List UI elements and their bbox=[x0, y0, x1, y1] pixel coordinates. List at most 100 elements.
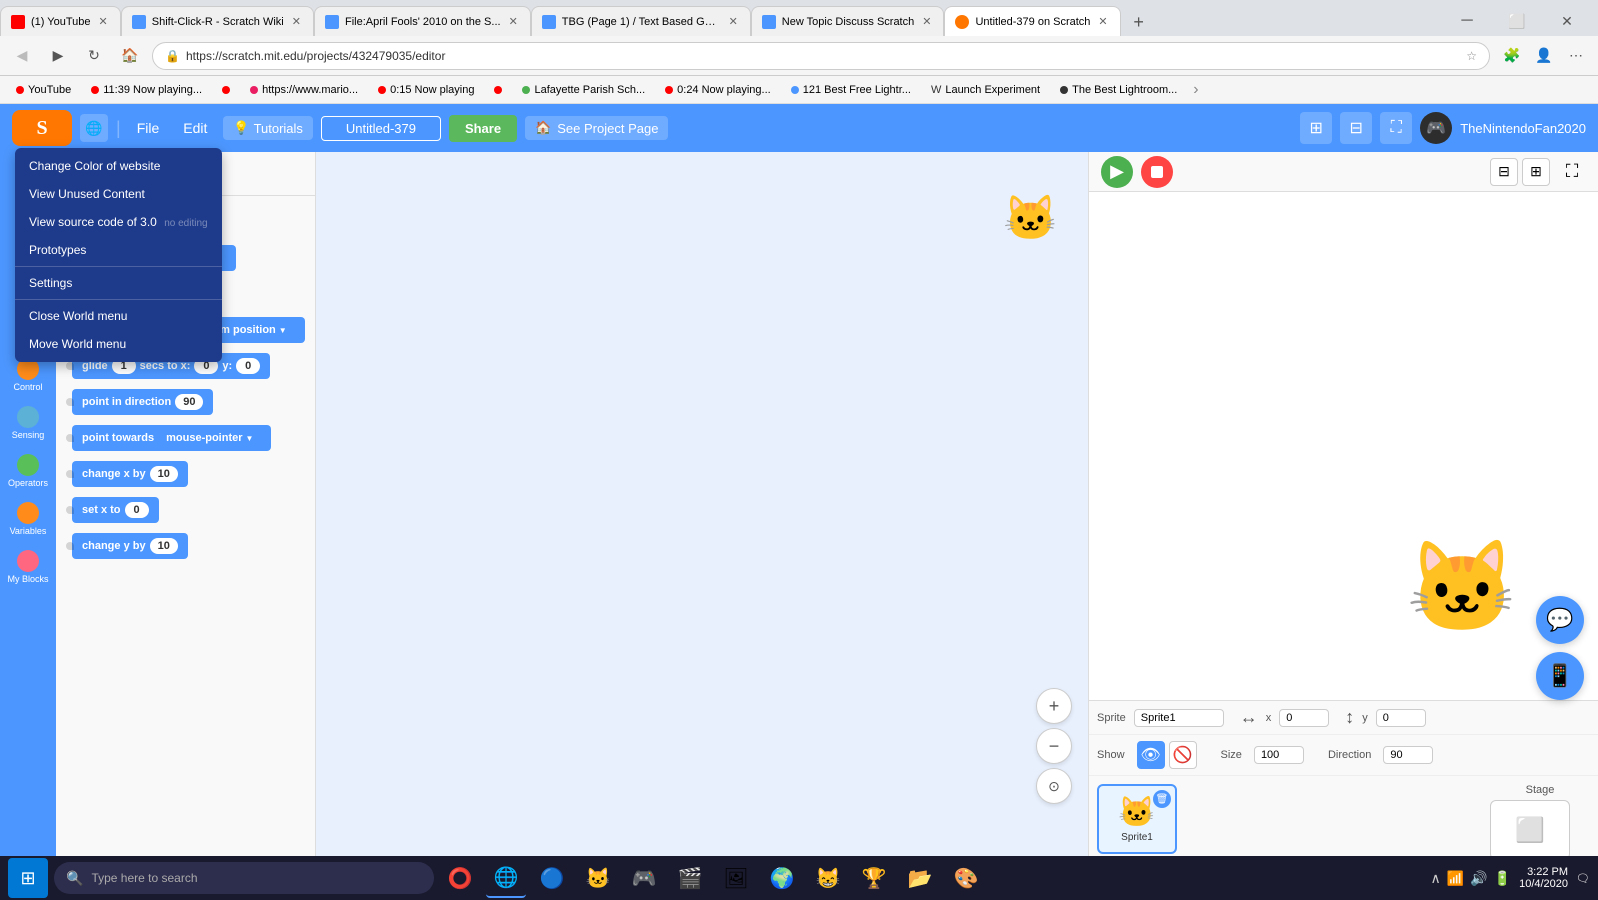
context-menu-item-change-color[interactable]: Change Color of website bbox=[15, 152, 222, 180]
large-stage-button[interactable]: ⊞ bbox=[1522, 158, 1550, 186]
taskbar-app-edge[interactable]: 🌐 bbox=[486, 858, 526, 898]
bookmarks-more[interactable]: › bbox=[1193, 81, 1198, 99]
block-changey[interactable]: change y by 10 bbox=[72, 533, 188, 559]
context-menu-item-move-world[interactable]: Move World menu bbox=[15, 330, 222, 358]
block-changey-value[interactable]: 10 bbox=[150, 538, 178, 554]
code-canvas[interactable]: 🐱 + − ⊙ bbox=[316, 152, 1088, 864]
sprite-delete-button[interactable]: 🗑 bbox=[1153, 790, 1171, 808]
user-avatar[interactable]: 🎮 bbox=[1420, 112, 1452, 144]
tab-close-tbg[interactable]: ✕ bbox=[727, 13, 740, 30]
sidebar-item-operators[interactable]: Operators bbox=[2, 448, 54, 494]
sprite-name-input[interactable] bbox=[1134, 709, 1224, 727]
taskbar-app-4[interactable]: 🖼 bbox=[716, 858, 756, 898]
taskbar-cortana[interactable]: ⭕ bbox=[440, 858, 480, 898]
zoom-reset-button[interactable]: ⊙ bbox=[1036, 768, 1072, 804]
refresh-button[interactable]: ↻ bbox=[80, 42, 108, 70]
extensions-button[interactable]: 🧩 bbox=[1498, 42, 1526, 70]
bookmark-playing3[interactable]: 0:24 Now playing... bbox=[657, 82, 779, 98]
x-value-input[interactable] bbox=[1279, 709, 1329, 727]
block-setx-value[interactable]: 0 bbox=[125, 502, 149, 518]
globe-button[interactable]: 🌐 bbox=[80, 114, 108, 142]
tutorials-button[interactable]: 💡 Tutorials bbox=[223, 116, 313, 140]
profile-button[interactable]: 👤 bbox=[1530, 42, 1558, 70]
context-menu-item-prototypes[interactable]: Prototypes bbox=[15, 236, 222, 264]
bookmark-lafayette[interactable]: Lafayette Parish Sch... bbox=[514, 82, 653, 98]
fullscreen-stage-button[interactable]: ⛶ bbox=[1558, 158, 1586, 186]
tab-tbg[interactable]: TBG (Page 1) / Text Based Gam... ✕ bbox=[531, 6, 751, 36]
hide-button[interactable]: 🚫 bbox=[1169, 741, 1197, 769]
taskbar-app-8[interactable]: 📂 bbox=[900, 858, 940, 898]
taskbar-app-2[interactable]: 🎮 bbox=[624, 858, 664, 898]
bookmark-playing2[interactable]: 0:15 Now playing bbox=[370, 82, 482, 98]
tab-close-wiki[interactable]: ✕ bbox=[290, 13, 303, 30]
maximize-button[interactable]: ⬜ bbox=[1494, 6, 1540, 36]
block-changex[interactable]: change x by 10 bbox=[72, 461, 188, 487]
layout-btn-1[interactable]: ⊞ bbox=[1300, 112, 1332, 144]
taskbar-time[interactable]: 3:22 PM 10/4/2020 bbox=[1519, 866, 1568, 890]
taskbar-expand-icon[interactable]: ∧ bbox=[1431, 870, 1441, 887]
home-button[interactable]: 🏠 bbox=[116, 42, 144, 70]
search-bar[interactable]: 🔍 Type here to search bbox=[54, 862, 434, 894]
bookmark-mario[interactable]: https://www.mario... bbox=[242, 82, 366, 98]
block-glide2-y[interactable]: 0 bbox=[236, 358, 260, 374]
block-changex-value[interactable]: 10 bbox=[150, 466, 178, 482]
stage-backdrop-thumb[interactable]: ⬜ bbox=[1490, 800, 1570, 860]
tab-close-scratch[interactable]: ✕ bbox=[1096, 13, 1109, 30]
y-value-input[interactable] bbox=[1376, 709, 1426, 727]
file-menu[interactable]: File bbox=[129, 116, 168, 140]
bookmark-red1[interactable] bbox=[214, 84, 238, 96]
tab-youtube[interactable]: (1) YouTube ✕ bbox=[0, 6, 121, 36]
taskbar-battery-icon[interactable]: 🔋 bbox=[1494, 870, 1511, 887]
settings-button[interactable]: ⋯ bbox=[1562, 42, 1590, 70]
sidebar-item-sensing[interactable]: Sensing bbox=[2, 400, 54, 446]
taskbar-app-6[interactable]: 😸 bbox=[808, 858, 848, 898]
block-pointtowards-dropdown[interactable]: mouse-pointer bbox=[158, 430, 261, 446]
tab-close-newtopic[interactable]: ✕ bbox=[920, 13, 933, 30]
bookmark-playing1[interactable]: 11:39 Now playing... bbox=[83, 82, 210, 98]
small-stage-button[interactable]: ⊟ bbox=[1490, 158, 1518, 186]
tab-close-april[interactable]: ✕ bbox=[507, 13, 520, 30]
bookmark-lightroom1[interactable]: 121 Best Free Lightr... bbox=[783, 82, 919, 98]
bookmark-youtube[interactable]: YouTube bbox=[8, 82, 79, 98]
context-menu-item-settings[interactable]: Settings bbox=[15, 269, 222, 297]
start-button[interactable]: ⊞ bbox=[8, 858, 48, 898]
context-menu-item-close-world[interactable]: Close World menu bbox=[15, 302, 222, 330]
add-fab-button[interactable]: 📱 bbox=[1536, 652, 1584, 700]
layout-btn-2[interactable]: ⊟ bbox=[1340, 112, 1372, 144]
edit-menu[interactable]: Edit bbox=[175, 116, 215, 140]
forward-button[interactable]: ▶ bbox=[44, 42, 72, 70]
back-button[interactable]: ◀ bbox=[8, 42, 36, 70]
direction-value-input[interactable] bbox=[1383, 746, 1433, 764]
star-icon[interactable]: ☆ bbox=[1466, 49, 1477, 63]
block-setx[interactable]: set x to 0 bbox=[72, 497, 159, 523]
bookmark-lightroom2[interactable]: The Best Lightroom... bbox=[1052, 82, 1185, 98]
taskbar-notification-icon[interactable]: 🗨 bbox=[1576, 872, 1590, 885]
sidebar-item-myblocks[interactable]: My Blocks bbox=[2, 544, 54, 590]
zoom-out-button[interactable]: − bbox=[1036, 728, 1072, 764]
context-menu-item-view-source[interactable]: View source code of 3.0 no editing bbox=[15, 208, 222, 236]
taskbar-app-1[interactable]: 🐱 bbox=[578, 858, 618, 898]
taskbar-app-7[interactable]: 🏆 bbox=[854, 858, 894, 898]
block-pointdir[interactable]: point in direction 90 bbox=[72, 389, 213, 415]
block-pointdir-value[interactable]: 90 bbox=[175, 394, 203, 410]
see-project-page-button[interactable]: 🏠 See Project Page bbox=[525, 116, 668, 140]
taskbar-app-3[interactable]: 🎬 bbox=[670, 858, 710, 898]
share-button[interactable]: Share bbox=[449, 115, 517, 142]
sprite-thumb-sprite1[interactable]: 🐱 🗑 Sprite1 bbox=[1097, 784, 1177, 854]
project-name-field[interactable]: Untitled-379 bbox=[321, 116, 441, 141]
context-menu-item-view-unused[interactable]: View Unused Content bbox=[15, 180, 222, 208]
taskbar-app-chrome[interactable]: 🔵 bbox=[532, 858, 572, 898]
sidebar-item-variables[interactable]: Variables bbox=[2, 496, 54, 542]
tab-newtopic[interactable]: New Topic Discuss Scratch ✕ bbox=[751, 6, 945, 36]
fullscreen-button[interactable]: ⛶ bbox=[1380, 112, 1412, 144]
taskbar-sound-icon[interactable]: 🔊 bbox=[1470, 870, 1487, 887]
stop-button[interactable] bbox=[1141, 156, 1173, 188]
minimize-button[interactable]: ─ bbox=[1444, 6, 1490, 36]
tab-close-youtube[interactable]: ✕ bbox=[97, 13, 110, 30]
bookmark-red2[interactable] bbox=[486, 84, 510, 96]
scratch-logo[interactable]: S bbox=[12, 110, 72, 146]
tab-april[interactable]: File:April Fools' 2010 on the S... ✕ bbox=[314, 6, 531, 36]
tab-scratch[interactable]: Untitled-379 on Scratch ✕ bbox=[944, 6, 1120, 36]
close-button[interactable]: ✕ bbox=[1544, 6, 1590, 36]
new-tab-button[interactable]: + bbox=[1125, 8, 1153, 36]
